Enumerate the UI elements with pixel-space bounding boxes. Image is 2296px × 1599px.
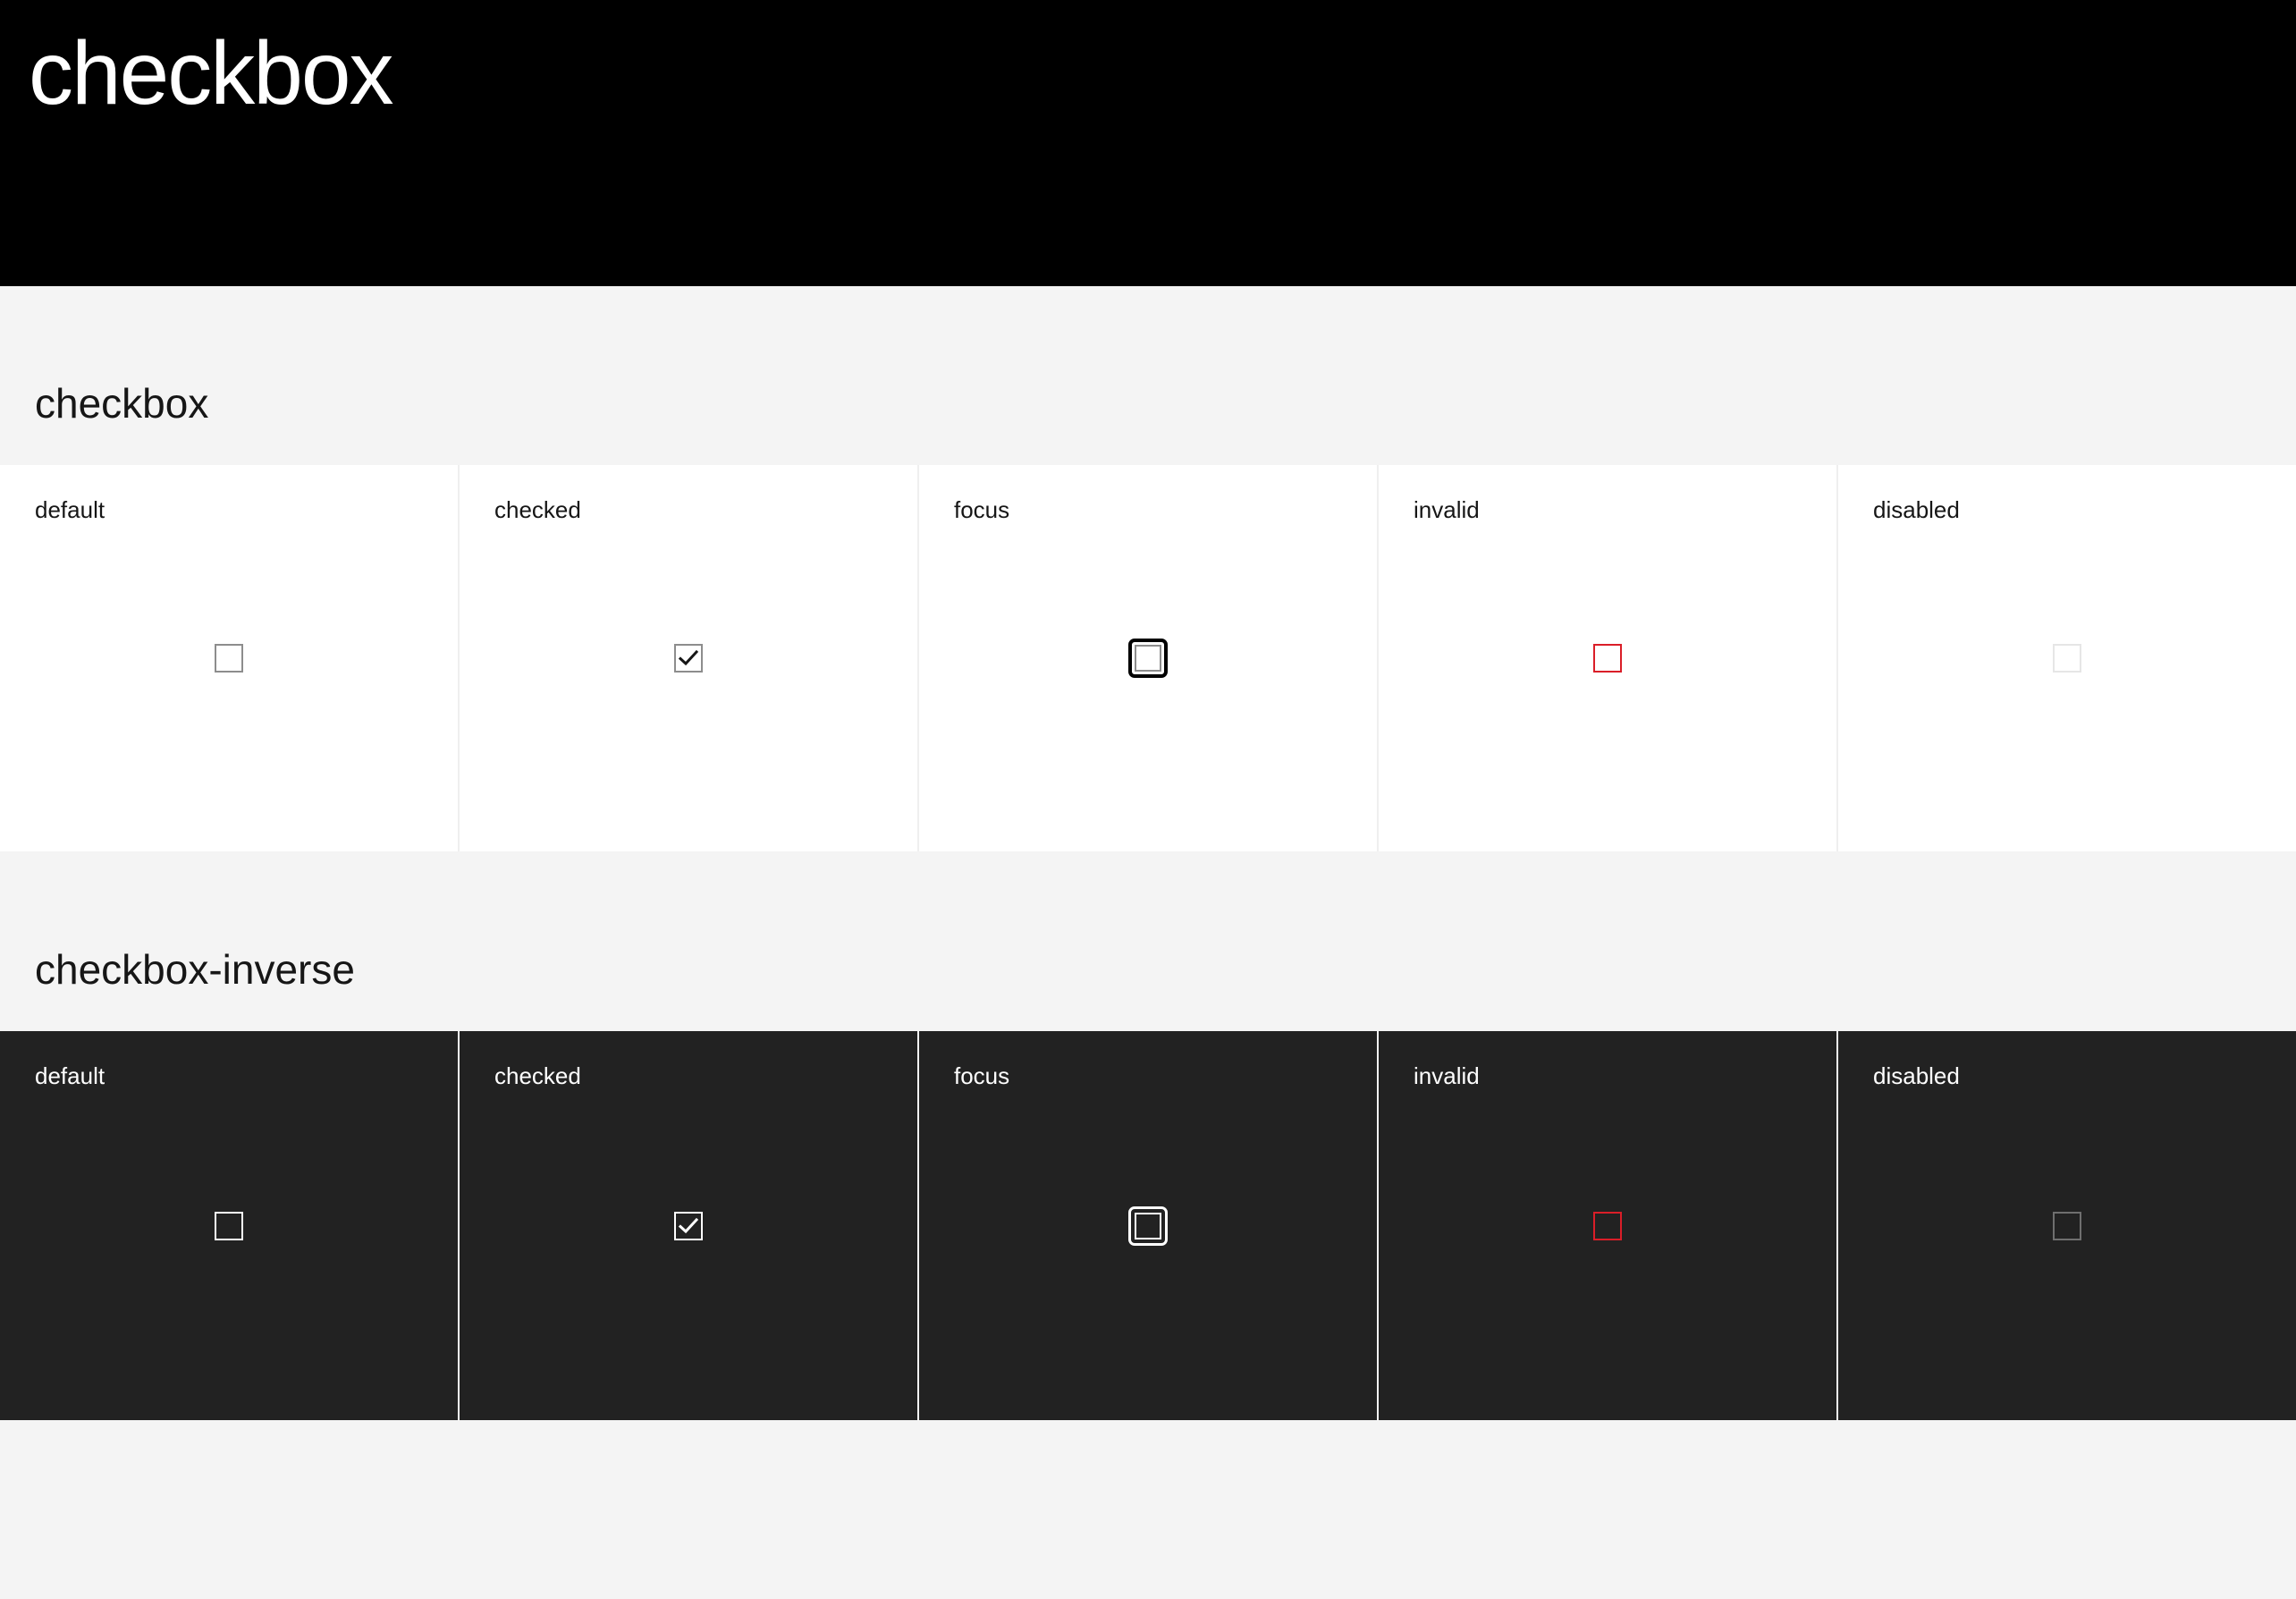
checkbox-inverse-focus[interactable]: [1128, 1206, 1168, 1246]
checkmark-icon: [678, 649, 699, 666]
checkmark-icon: [678, 1217, 699, 1233]
checkbox-default[interactable]: [215, 644, 243, 673]
checkbox-focus-box: [1135, 1212, 1161, 1239]
checkbox-inverse-checked[interactable]: [674, 1211, 703, 1240]
checkbox-inverse-grid: default checked focus invalid disabled: [0, 1031, 2296, 1420]
cell-label: focus: [954, 496, 1010, 523]
checkbox-checked[interactable]: [674, 644, 703, 673]
checkbox-invalid[interactable]: [1593, 644, 1622, 673]
cell-focus: focus: [917, 465, 1377, 851]
cell-focus: focus: [917, 1031, 1377, 1420]
cell-disabled: disabled: [1836, 465, 2296, 851]
cell-checked: checked: [458, 465, 917, 851]
page-header: checkbox: [0, 0, 2296, 286]
checkbox-focus[interactable]: [1128, 639, 1168, 678]
section-title-checkbox-inverse: checkbox-inverse: [35, 946, 355, 993]
checkbox-focus-box: [1135, 645, 1161, 672]
page-title: checkbox: [29, 23, 393, 123]
cell-label: focus: [954, 1062, 1010, 1089]
section-title-checkbox: checkbox: [35, 380, 209, 427]
checkbox-grid: default checked focus invalid disabled: [0, 465, 2296, 851]
cell-label: default: [35, 496, 106, 523]
cell-label: default: [35, 1062, 106, 1089]
cell-default: default: [0, 465, 458, 851]
cell-checked: checked: [458, 1031, 917, 1420]
checkbox-disabled: [2053, 644, 2081, 673]
cell-label: disabled: [1873, 1062, 1960, 1089]
checkbox-inverse-invalid[interactable]: [1593, 1211, 1622, 1240]
checkbox-inverse-default[interactable]: [215, 1211, 243, 1240]
cell-invalid: invalid: [1377, 1031, 1836, 1420]
cell-disabled: disabled: [1836, 1031, 2296, 1420]
cell-label: checked: [494, 1062, 581, 1089]
checkbox-inverse-disabled: [2053, 1211, 2081, 1240]
cell-label: disabled: [1873, 496, 1960, 523]
cell-label: invalid: [1414, 1062, 1480, 1089]
cell-label: checked: [494, 496, 581, 523]
cell-default: default: [0, 1031, 458, 1420]
cell-label: invalid: [1414, 496, 1480, 523]
cell-invalid: invalid: [1377, 465, 1836, 851]
